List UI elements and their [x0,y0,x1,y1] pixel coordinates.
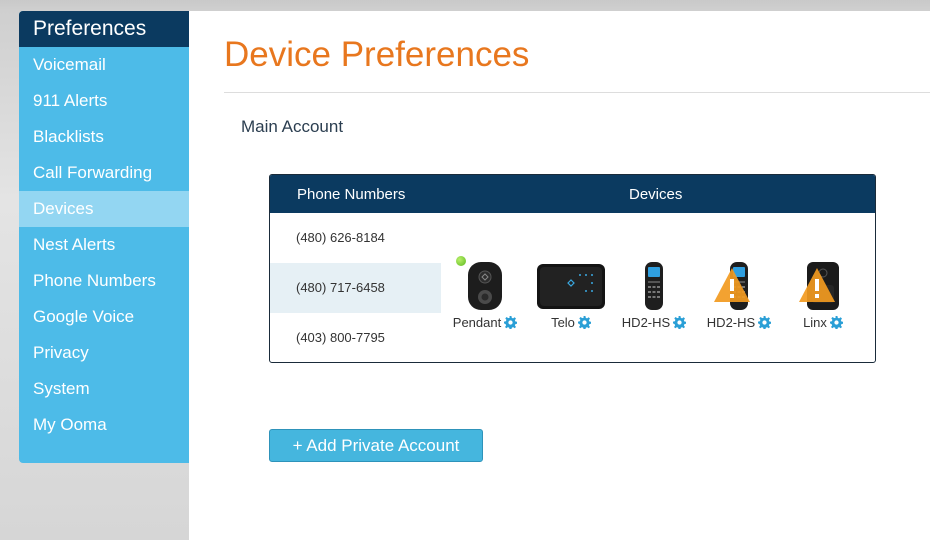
telo-base-station-icon [537,264,605,309]
handset-icon [645,262,663,310]
sidebar-item-blacklists[interactable]: Blacklists [19,119,189,155]
sidebar-item-voicemail[interactable]: Voicemail [19,47,189,83]
sidebar-item-phone-numbers[interactable]: Phone Numbers [19,263,189,299]
sidebar-item-system[interactable]: System [19,371,189,407]
device-hd2-hs[interactable]: HD2-HS [618,261,690,330]
online-status-dot [456,256,466,266]
main-panel: Device Preferences Main Account Phone Nu… [189,11,930,540]
title-divider [224,92,930,93]
gear-icon[interactable] [829,316,843,329]
header-devices: Devices [629,186,683,203]
device-telo[interactable]: Telo [532,261,610,330]
header-phone-numbers: Phone Numbers [297,186,406,203]
sidebar-item-911-alerts[interactable]: 911 Alerts [19,83,189,119]
sidebar-item-privacy[interactable]: Privacy [19,335,189,371]
sidebar-item-google-voice[interactable]: Google Voice [19,299,189,335]
section-label: Main Account [241,117,344,136]
device-pendant[interactable]: Pendant [451,261,519,330]
sidebar-item-call-forwarding[interactable]: Call Forwarding [19,155,189,191]
gear-icon[interactable] [577,316,591,329]
pendant-device-icon [468,262,502,310]
device-label: Linx [803,315,827,330]
phone-number-row[interactable]: (480) 717-6458 [270,263,441,313]
gear-icon[interactable] [673,316,687,329]
device-label: Pendant [452,315,502,330]
sidebar-item-nest-alerts[interactable]: Nest Alerts [19,227,189,263]
sidebar-item-my-ooma[interactable]: My Ooma [19,407,189,443]
sidebar: Preferences Voicemail 911 Alerts Blackli… [19,11,189,463]
table-header: Phone Numbers Devices [270,175,875,213]
sidebar-item-devices[interactable]: Devices [19,191,189,227]
warning-icon [799,268,835,302]
warning-icon [714,268,750,302]
phone-number-row: (480) 626-8184 [296,230,385,245]
device-label: HD2-HS [621,315,671,330]
add-private-account-button[interactable]: + Add Private Account [269,429,483,462]
sidebar-title: Preferences [19,11,189,47]
gear-icon[interactable] [504,316,518,329]
page-title: Device Preferences [224,35,530,74]
phone-number-row: (403) 800-7795 [296,330,385,345]
gear-icon[interactable] [758,316,772,329]
device-label: Telo [551,315,575,330]
devices-table: Phone Numbers Devices (480) 626-8184 (48… [269,174,876,363]
device-label: HD2-HS [706,315,756,330]
